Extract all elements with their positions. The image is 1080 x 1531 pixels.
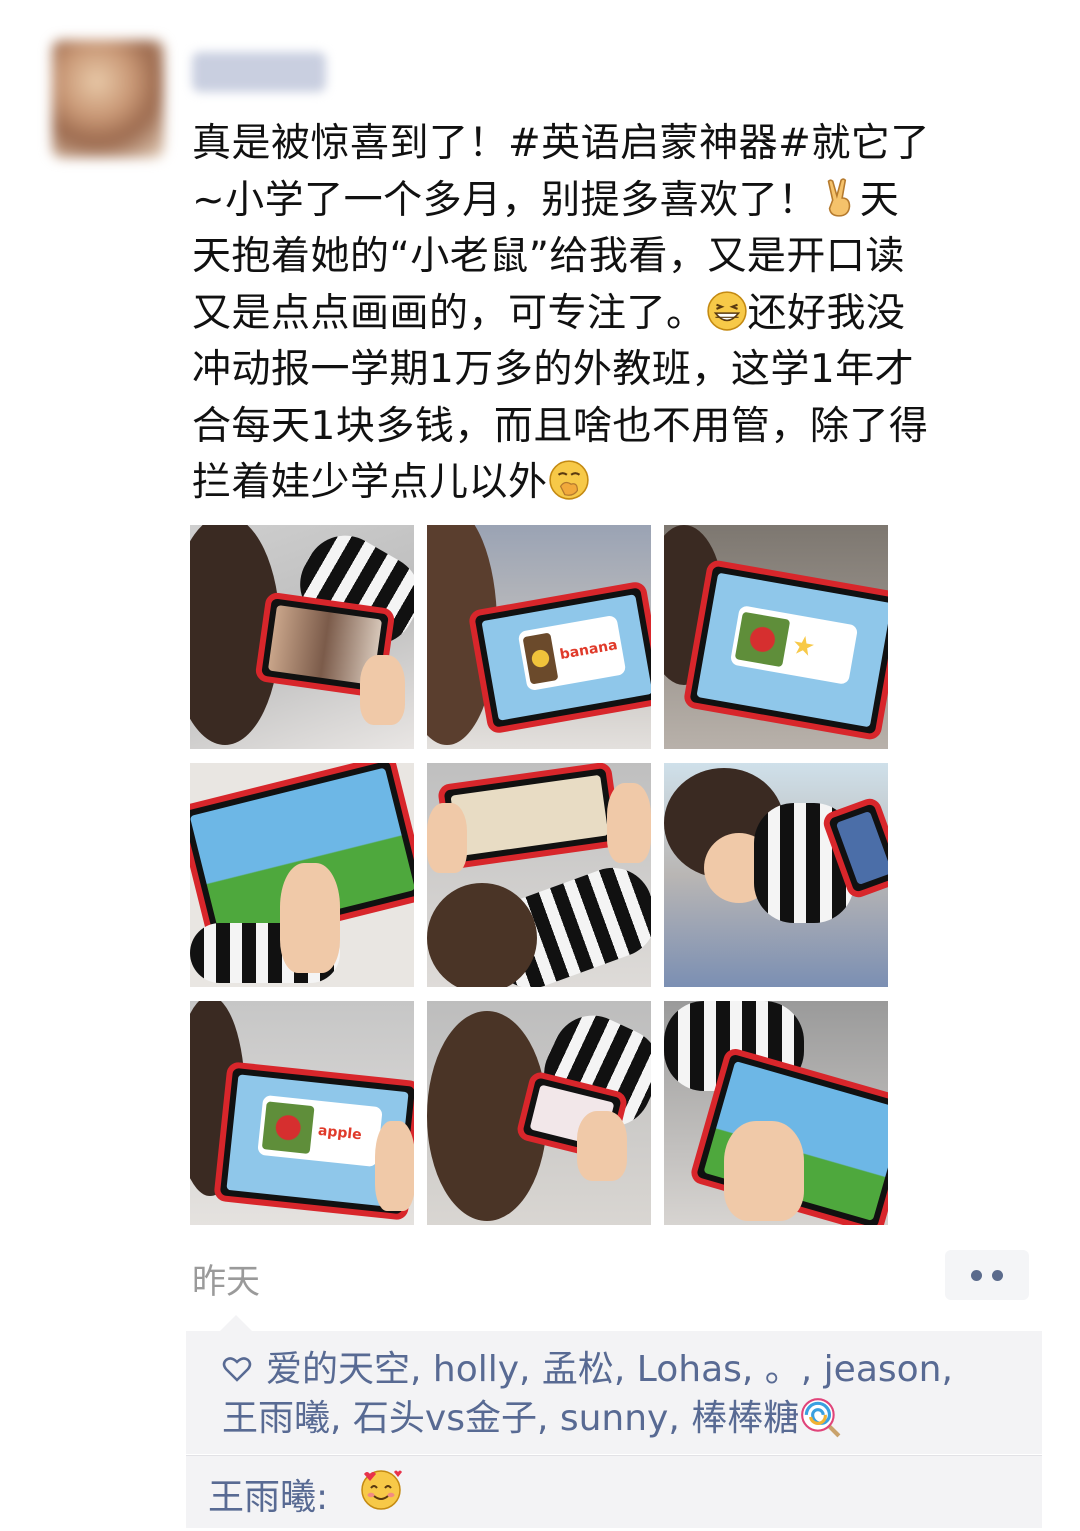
- post-line: 真是被惊喜到了！#英语启蒙神器#就它了: [192, 121, 930, 166]
- more-actions-button[interactable]: [945, 1250, 1029, 1300]
- post-timestamp: 昨天: [192, 1262, 260, 1302]
- post-line: ~小学了一个多月，别提多喜欢了！: [192, 177, 818, 223]
- post-line: 天: [859, 177, 900, 223]
- photo-grid: banana ★ apple: [190, 525, 888, 1225]
- comment-author[interactable]: 王雨曦:: [208, 1468, 328, 1520]
- photo-3[interactable]: ★: [664, 525, 888, 749]
- photo-9[interactable]: [664, 1001, 888, 1225]
- photo-6[interactable]: [664, 763, 888, 987]
- hand-over-mouth-emoji: [548, 460, 589, 500]
- photo-2[interactable]: banana: [427, 525, 651, 749]
- post-line: 拦着娃少学点儿以外: [192, 460, 548, 505]
- avatar[interactable]: [52, 40, 164, 158]
- photo-7[interactable]: apple: [190, 1001, 414, 1225]
- flashcard-word: banana: [558, 637, 619, 664]
- post-line: 冲动报一学期1万多的外教班，这学1年才: [192, 347, 915, 392]
- post-line: 还好我没: [747, 290, 906, 336]
- photo-8[interactable]: [427, 1001, 651, 1225]
- post-line: 又是点点画画的，可专注了。: [192, 290, 706, 336]
- smiling-face-with-hearts-emoji: [361, 1470, 402, 1510]
- post-line: 合每天1块多钱，而且啥也不用管，除了得: [192, 403, 929, 449]
- comment-row[interactable]: 王雨曦:: [186, 1456, 1042, 1528]
- flashcard-word: apple: [317, 1122, 363, 1144]
- victory-hand-emoji: [827, 177, 850, 217]
- grinning-squint-emoji: [706, 290, 747, 331]
- photo-4[interactable]: [190, 763, 414, 987]
- photo-1[interactable]: [190, 525, 414, 749]
- dot-icon: [971, 1269, 982, 1281]
- likes-panel: 爱的天空, holly, 孟松, Lohas, 。, jeason, 王雨曦, …: [186, 1315, 1042, 1454]
- photo-5[interactable]: [427, 763, 651, 987]
- likes-list: 爱的天空, holly, 孟松, Lohas, 。, jeason, 王雨曦, …: [222, 1345, 1032, 1443]
- post-text: 真是被惊喜到了！#英语启蒙神器#就它了 ~小学了一个多月，别提多喜欢了！ 天 天抱…: [192, 116, 1032, 512]
- likes-line[interactable]: 爱的天空, holly, 孟松, Lohas, 。, jeason,: [266, 1349, 953, 1390]
- likes-line[interactable]: 王雨曦, 石头vs金子, sunny, 棒棒糖: [222, 1398, 799, 1439]
- dot-icon: [992, 1269, 1003, 1281]
- username-blurred[interactable]: [192, 52, 326, 92]
- post-line: 天抱着她的“小老鼠”给我看，又是开口读: [192, 234, 905, 279]
- lollipop-emoji: [801, 1398, 841, 1438]
- heart-outline-icon: [222, 1357, 252, 1382]
